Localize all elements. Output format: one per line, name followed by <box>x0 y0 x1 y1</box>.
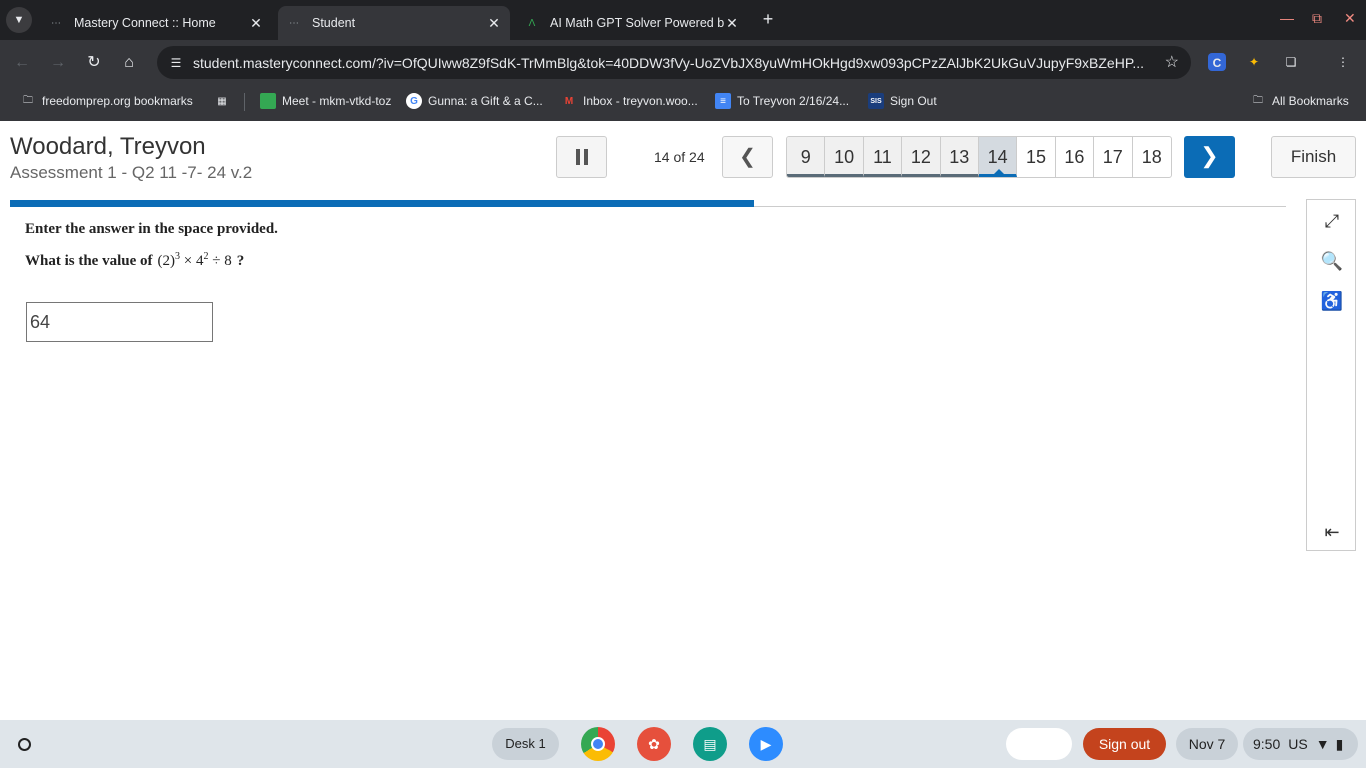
ai-math-favicon-icon: Λ <box>528 17 536 29</box>
question-suffix: ? <box>236 253 245 269</box>
tools-panel: ⤢ 🔍 ♿ ⇤ <box>1306 199 1356 551</box>
question-number-nav: 9 10 11 12 13 14 15 16 17 18 <box>786 136 1172 178</box>
question-number-13[interactable]: 13 <box>940 137 979 177</box>
chrome-icon[interactable] <box>581 727 615 761</box>
time: 9:50 <box>1253 736 1281 752</box>
tab-search-button[interactable]: ▼ <box>6 7 32 33</box>
site-info-icon[interactable]: ☰ <box>165 52 187 74</box>
desk-button[interactable]: Desk 1 <box>492 728 559 760</box>
progress-fill <box>10 200 754 207</box>
pause-icon <box>575 149 580 165</box>
url-text: student.masteryconnect.com/?iv=OfQUIww8Z… <box>193 55 1145 71</box>
os-shelf: Desk 1 ✿ ▤ ▶ Sign out Nov 7 9:50 US ▼ ▮ <box>0 720 1366 768</box>
instructions: Enter the answer in the space provided. <box>25 221 278 237</box>
question-prompt: What is the value of (2)3 × 42 ÷ 8 ? <box>25 251 244 270</box>
bookmarks-bar: 🗀 freedomprep.org bookmarks ▦ Meet - mkm… <box>0 86 1366 121</box>
launcher-icon <box>17 737 31 751</box>
question-counter: 14 of 24 <box>654 149 705 165</box>
folder-icon: 🗀 <box>1253 94 1263 106</box>
collapse-panel-icon[interactable]: ⇤ <box>1320 520 1344 544</box>
google-icon: G <box>406 93 422 109</box>
zoom-app-icon[interactable]: ▶ <box>749 727 783 761</box>
math-expression: (2)3 × 42 ÷ 8 <box>157 251 232 269</box>
close-window-icon[interactable]: ✕ <box>1344 10 1356 27</box>
question-number-18[interactable]: 18 <box>1133 137 1171 177</box>
address-bar[interactable]: ☰ student.masteryconnect.com/?iv=OfQUIww… <box>157 46 1191 79</box>
sign-out-button[interactable]: Sign out <box>1083 728 1166 760</box>
pause-button[interactable] <box>556 136 607 178</box>
question-number-12[interactable]: 12 <box>902 137 941 177</box>
mastery-favicon-icon: ⋯ <box>289 17 299 29</box>
question-number-11[interactable]: 11 <box>863 137 903 177</box>
chevron-left-icon: ❮ <box>739 146 756 168</box>
question-number-17[interactable]: 17 <box>1094 137 1133 177</box>
all-bookmarks[interactable]: 🗀 All Bookmarks <box>1250 93 1349 109</box>
menu-icon[interactable]: ⋮ <box>1333 52 1353 72</box>
assessment-title: Assessment 1 - Q2 11 -7- 24 v.2 <box>10 163 253 182</box>
battery-icon: ▮ <box>1335 735 1344 752</box>
gmail-icon: M <box>564 95 574 107</box>
apps-grid-icon: ▦ <box>217 95 227 107</box>
question-number-16[interactable]: 16 <box>1056 137 1095 177</box>
apps-button[interactable]: ▦ <box>214 93 236 109</box>
accessibility-icon[interactable]: ♿ <box>1320 289 1344 313</box>
bookmark-inbox[interactable]: M Inbox - treyvon.woo... <box>561 93 698 109</box>
chevron-right-icon: ❯ <box>1200 143 1219 168</box>
bookmark-freedomprep[interactable]: 🗀 freedomprep.org bookmarks <box>20 93 193 109</box>
question-prefix: What is the value of <box>25 253 153 269</box>
status-tray[interactable]: 9:50 US ▼ ▮ <box>1243 728 1358 760</box>
locale: US <box>1288 736 1308 752</box>
question-number-14[interactable]: 14 <box>978 137 1018 177</box>
bookmarks-divider <box>244 93 245 111</box>
tab-ai-math[interactable]: Λ AI Math GPT Solver Powered by ✕ <box>516 6 748 40</box>
extension-c-icon[interactable]: C <box>1208 53 1226 71</box>
tab-student[interactable]: ⋯ Student ✕ <box>278 6 510 40</box>
student-name: Woodard, Treyvon <box>10 133 206 160</box>
home-icon[interactable]: ⌂ <box>119 53 139 73</box>
bookmark-sign-out[interactable]: SIS Sign Out <box>868 93 937 109</box>
browser-toolbar: ← → ↻ ⌂ ☰ student.masteryconnect.com/?iv… <box>0 40 1366 86</box>
meet-icon <box>260 93 276 109</box>
mastery-favicon-icon: ⋯ <box>51 17 61 29</box>
restore-icon[interactable]: ⧉ <box>1312 10 1322 27</box>
forward-icon[interactable]: → <box>48 53 68 73</box>
assessment-page: Woodard, Treyvon Assessment 1 - Q2 11 -7… <box>0 121 1366 720</box>
bookmark-star-icon[interactable]: ☆ <box>1165 52 1179 72</box>
canvas-app-icon[interactable]: ✿ <box>637 727 671 761</box>
magnifier-icon[interactable]: 🔍 <box>1320 249 1344 273</box>
close-icon[interactable]: ✕ <box>248 15 264 32</box>
wifi-icon: ▼ <box>1315 736 1330 752</box>
question-number-10[interactable]: 10 <box>825 137 864 177</box>
close-icon[interactable]: ✕ <box>724 15 740 32</box>
browser-chrome: ▼ ⋯ Mastery Connect :: Home ✕ ⋯ Student … <box>0 0 1366 121</box>
next-question-button[interactable]: ❯ <box>1184 136 1235 178</box>
tab-mastery-home[interactable]: ⋯ Mastery Connect :: Home ✕ <box>40 6 272 40</box>
pause-icon-bar <box>583 149 588 165</box>
previous-question-button[interactable]: ❮ <box>722 136 773 178</box>
extension-puzzle-yellow-icon[interactable]: ✦ <box>1244 52 1264 72</box>
question-number-15[interactable]: 15 <box>1017 137 1056 177</box>
date-tray[interactable]: Nov 7 <box>1176 728 1238 760</box>
bookmark-gunna[interactable]: G Gunna: a Gift & a C... <box>406 93 543 109</box>
new-tab-button[interactable]: + <box>758 9 778 29</box>
question-number-9[interactable]: 9 <box>787 137 826 177</box>
close-icon[interactable]: ✕ <box>486 15 502 32</box>
folder-icon: 🗀 <box>23 94 33 106</box>
account-avatars[interactable] <box>1006 728 1072 760</box>
classroom-app-icon[interactable]: ▤ <box>693 727 727 761</box>
tab-strip: ▼ ⋯ Mastery Connect :: Home ✕ ⋯ Student … <box>0 0 1366 40</box>
bookmark-meet[interactable]: Meet - mkm-vtkd-toz <box>260 93 391 109</box>
launcher-button[interactable] <box>8 728 40 760</box>
reload-icon[interactable]: ↻ <box>84 53 104 73</box>
answer-input[interactable] <box>26 302 213 342</box>
minimize-icon[interactable]: — <box>1280 10 1294 26</box>
docs-icon: ≡ <box>715 93 731 109</box>
sis-icon: SIS <box>868 93 884 109</box>
extensions-icon[interactable]: ❏ <box>1281 52 1301 72</box>
back-icon[interactable]: ← <box>12 53 32 73</box>
expand-icon[interactable]: ⤢ <box>1320 209 1344 233</box>
bookmark-to-treyvon[interactable]: ≡ To Treyvon 2/16/24... <box>715 93 849 109</box>
finish-button[interactable]: Finish <box>1271 136 1356 178</box>
